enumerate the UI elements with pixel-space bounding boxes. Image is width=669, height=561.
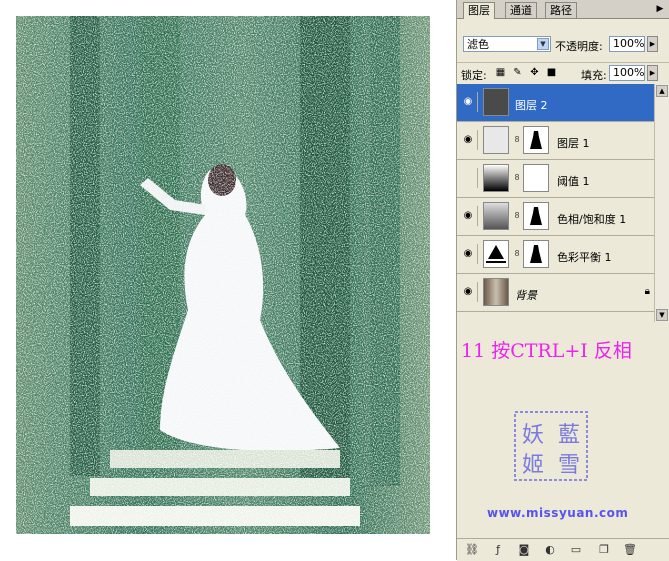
layer-name: 色彩平衡 1 (557, 251, 612, 264)
scroll-down-icon[interactable]: ▼ (656, 309, 668, 321)
svg-text:藍: 藍 (558, 423, 580, 448)
mask-thumbnail (523, 126, 549, 154)
step-instruction: 11 按CTRL+I 反相 (461, 340, 632, 362)
tab-channels[interactable]: 通道 (505, 2, 537, 18)
link-icon[interactable]: 8 (513, 211, 521, 221)
panel-bottom-toolbar: ⛓ ƒ ◙ ◐ ▭ ❐ 🗑︎ (457, 538, 669, 561)
blend-mode-value: 滤色 (467, 38, 489, 51)
blend-mode-select[interactable]: 滤色 ▼ (463, 36, 551, 52)
eye-hidden-icon[interactable] (459, 168, 478, 188)
eye-icon[interactable]: ◉ (459, 92, 478, 112)
adjustment-thumbnail (483, 240, 509, 268)
adjustment-thumbnail (483, 202, 509, 230)
site-url: www.missyuan.com (487, 506, 629, 520)
chevron-down-icon[interactable]: ▼ (537, 38, 549, 50)
mask-thumbnail (523, 202, 549, 230)
tab-paths[interactable]: 路径 (545, 2, 577, 18)
blend-row: 滤色 ▼ 不透明度: 100% ▶ (457, 34, 669, 56)
add-mask-icon[interactable]: ◙ (517, 543, 531, 557)
tab-layers[interactable]: 图层 (463, 2, 495, 19)
layers-panel: 图层 通道 路径 ▶ 滤色 ▼ 不透明度: 100% ▶ 锁定: ▦ ✎ ✥ ■… (456, 0, 669, 561)
panel-menu-icon[interactable]: ▶ (654, 3, 666, 15)
lock-transparent-icon[interactable]: ▦ (495, 67, 506, 78)
eye-icon[interactable]: ◉ (459, 244, 478, 264)
new-group-icon[interactable]: ▭ (569, 543, 583, 557)
link-layers-icon[interactable]: ⛓ (465, 543, 479, 557)
layer-row-layer1[interactable]: ◉ 8 图层 1 (457, 122, 669, 160)
lock-position-icon[interactable]: ✥ (529, 67, 540, 78)
lock-row: 锁定: ▦ ✎ ✥ ■ 填充: 100% ▶ (457, 62, 669, 83)
layer-name: 阈值 1 (557, 175, 590, 188)
layer-row-color-balance1[interactable]: ◉ 8 色彩平衡 1 (457, 236, 669, 274)
document-canvas[interactable] (0, 0, 456, 560)
trash-icon[interactable]: 🗑︎ (623, 543, 637, 557)
layer-row-layer2[interactable]: ◉ 图层 2 (457, 84, 669, 122)
lock-icon: 🔒︎ (644, 286, 650, 297)
layer-thumbnail (483, 126, 509, 154)
canvas-photo (10, 10, 436, 540)
opacity-input[interactable]: 100% (609, 36, 645, 52)
svg-text:雪: 雪 (558, 453, 580, 478)
svg-text:姬: 姬 (522, 453, 544, 478)
svg-text:妖: 妖 (522, 423, 544, 448)
eye-icon[interactable]: ◉ (459, 130, 478, 150)
layer-name: 色相/饱和度 1 (557, 213, 627, 226)
new-layer-icon[interactable]: ❐ (597, 543, 611, 557)
seal-stamp-logo: 妖 藍 姬 雪 (514, 411, 588, 481)
link-icon[interactable]: 8 (513, 135, 521, 145)
new-adjustment-icon[interactable]: ◐ (543, 543, 557, 557)
mask-thumbnail (523, 240, 549, 268)
panel-tab-bar: 图层 通道 路径 ▶ (457, 0, 669, 19)
adjustment-thumbnail (483, 164, 509, 192)
lock-label: 锁定: (461, 69, 487, 82)
layer-list: ◉ 图层 2 ◉ 8 图层 1 8 阈值 1 ◉ 8 色相/饱和度 1 ◉ 8 … (457, 84, 669, 322)
lock-all-icon[interactable]: ■ (546, 67, 557, 78)
layer-row-background[interactable]: ◉ 背景 🔒︎ (457, 274, 669, 312)
lock-image-icon[interactable]: ✎ (512, 67, 523, 78)
layer-scrollbar[interactable]: ▲ ▼ (654, 84, 669, 322)
layer-row-threshold1[interactable]: 8 阈值 1 (457, 160, 669, 198)
fill-input[interactable]: 100% (609, 65, 645, 81)
mask-thumbnail (523, 164, 549, 192)
eye-icon[interactable]: ◉ (459, 206, 478, 226)
scroll-up-icon[interactable]: ▲ (656, 85, 668, 97)
layer-name: 背景 (515, 289, 537, 302)
opacity-arrow-icon[interactable]: ▶ (647, 36, 658, 52)
layer-name: 图层 2 (515, 99, 548, 112)
eye-icon[interactable]: ◉ (459, 282, 478, 302)
opacity-label: 不透明度: (555, 40, 603, 53)
layer-thumbnail (483, 278, 509, 306)
fill-label: 填充: (581, 69, 607, 82)
link-icon[interactable]: 8 (513, 173, 521, 183)
link-icon[interactable]: 8 (513, 249, 521, 259)
layer-style-icon[interactable]: ƒ (491, 543, 505, 557)
layer-name: 图层 1 (557, 137, 590, 150)
fill-arrow-icon[interactable]: ▶ (647, 65, 658, 81)
layer-thumbnail (483, 88, 509, 116)
layer-row-hue-saturation1[interactable]: ◉ 8 色相/饱和度 1 (457, 198, 669, 236)
